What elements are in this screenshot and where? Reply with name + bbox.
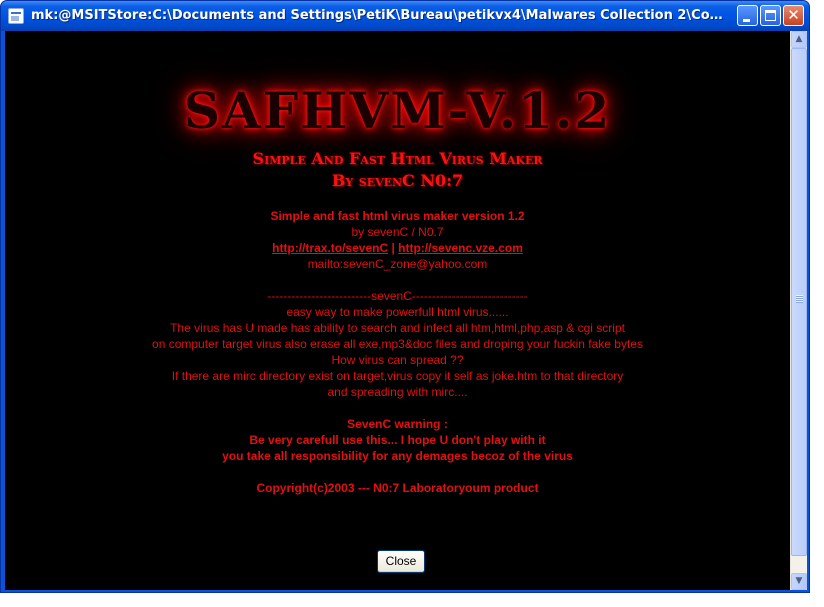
help-content: SAFHVM-V.1.2 Simple And Fast Html Virus … [5, 31, 790, 590]
trax-link[interactable]: http://trax.to/sevenC [272, 241, 388, 255]
window-title: mk:@MSITStore:C:\Documents and Settings\… [31, 8, 731, 23]
warning-line: you take all responsibility for any dema… [222, 449, 573, 463]
window-close-button[interactable]: ✕ [783, 5, 804, 26]
close-button[interactable]: Close [377, 550, 425, 573]
minimize-icon [743, 19, 750, 22]
info-block: Simple and fast html virus maker version… [5, 208, 790, 496]
description-line: If there are mirc directory exist on tar… [171, 369, 624, 383]
warning-line: Be very carefull use this... I hope U do… [249, 433, 546, 447]
description-line: on computer target virus also erase all … [152, 337, 643, 351]
title-bar[interactable]: mk:@MSITStore:C:\Documents and Settings\… [1, 1, 809, 31]
scroll-down-button[interactable]: ▼ [791, 573, 807, 590]
links-line: http://trax.to/sevenC | http://sevenc.vz… [5, 240, 790, 256]
link-separator: | [388, 241, 399, 255]
copyright: Copyright(c)2003 --- N0:7 Laboratoryoum … [256, 481, 539, 495]
description-line: easy way to make powerfull html virus...… [286, 305, 509, 319]
vertical-scrollbar[interactable]: ▲ ▼ [790, 31, 807, 590]
help-document-icon [8, 8, 24, 24]
vze-link[interactable]: http://sevenc.vze.com [398, 241, 523, 255]
mailto-line: mailto:sevenC_zone@yahoo.com [307, 257, 488, 271]
description-line: and spreading with mirc.... [327, 385, 468, 399]
grip-icon [796, 295, 803, 303]
warning-title: SevenC warning : [347, 417, 448, 431]
close-icon: ✕ [787, 6, 800, 24]
help-window: mk:@MSITStore:C:\Documents and Settings\… [0, 0, 810, 593]
separator-line: --------------------------sevenC--------… [267, 289, 528, 303]
logo-title: SAFHVM-V.1.2 [183, 81, 612, 140]
description-line: The virus has U made has ability to sear… [170, 321, 625, 335]
scroll-up-button[interactable]: ▲ [791, 31, 807, 48]
scroll-thumb[interactable] [791, 48, 807, 556]
maximize-button[interactable] [760, 5, 781, 26]
description-line: How virus can spread ?? [331, 353, 464, 367]
subtitle-author: By sevenC N0:7 [331, 171, 464, 190]
minimize-button[interactable] [737, 5, 758, 26]
version-heading: Simple and fast html virus maker version… [270, 209, 525, 223]
author-line: by sevenC / N0.7 [351, 225, 444, 239]
maximize-icon [765, 10, 776, 21]
subtitle: Simple And Fast Html Virus Maker [252, 149, 543, 168]
